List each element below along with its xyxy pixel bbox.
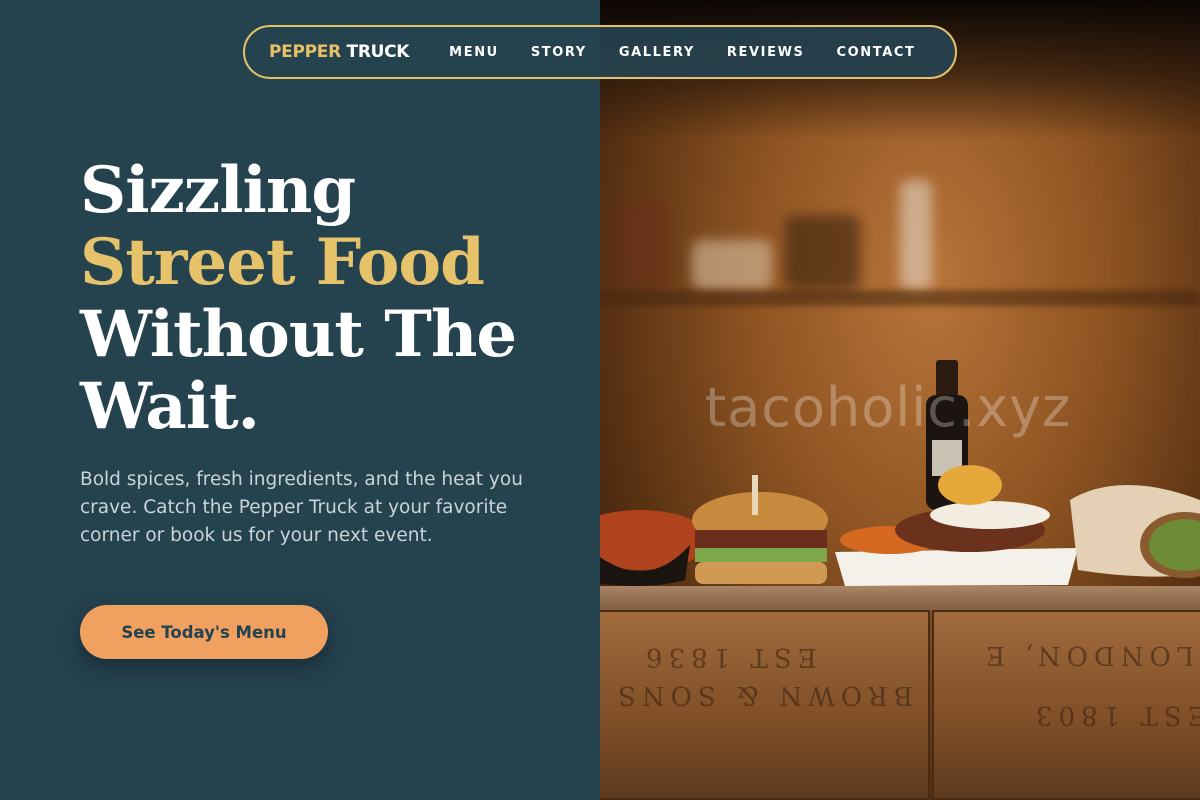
nav-link-story[interactable]: STORY (531, 45, 587, 60)
headline-line-1: Sizzling (80, 153, 356, 228)
nav-link-contact[interactable]: CONTACT (837, 45, 916, 60)
nav-link-gallery[interactable]: GALLERY (619, 45, 695, 60)
see-menu-button[interactable]: See Today's Menu (80, 605, 328, 659)
nav-links: MENU STORY GALLERY REVIEWS CONTACT (449, 45, 915, 60)
headline-line-2-accent: Street Food (80, 225, 485, 300)
serving-board (600, 586, 1200, 612)
main-nav: PEPPER TRUCK MENU STORY GALLERY REVIEWS … (243, 25, 957, 79)
headline-line-3: Without The (80, 297, 517, 372)
crate-stamp-left: EST 1836 (640, 642, 817, 672)
hero-subtitle: Bold spices, fresh ingredients, and the … (80, 469, 523, 546)
brand-word-truck: TRUCK (346, 42, 410, 62)
nav-link-reviews[interactable]: REVIEWS (727, 45, 805, 60)
watermark-text: tacoholic.xyz (705, 376, 1072, 439)
headline-line-4: Wait. (80, 369, 260, 444)
nav-link-menu[interactable]: MENU (449, 45, 499, 60)
hero-headline: Sizzling Street Food Without The Wait. (80, 155, 580, 443)
brand-word-pepper: PEPPER (269, 42, 341, 62)
crate-stamp-right-2: EST 1803 (1030, 700, 1200, 730)
crate-stamp-left-2: BROWN & SONS (612, 680, 913, 710)
brand-logo[interactable]: PEPPER TRUCK (269, 42, 409, 62)
crate-stamp-right: NEW LONDON, E (980, 640, 1200, 670)
